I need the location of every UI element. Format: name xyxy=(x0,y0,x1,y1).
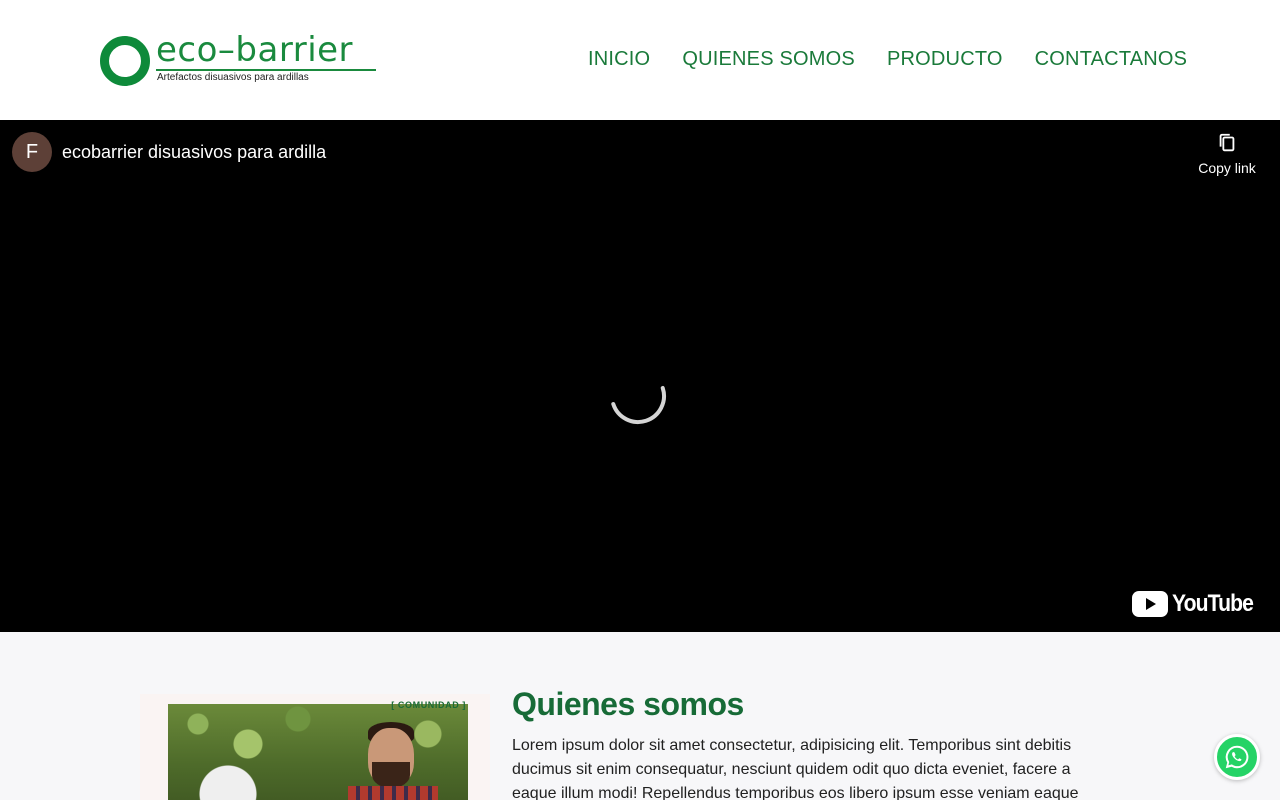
logo-wordmark: eco–barrier xyxy=(156,30,354,70)
youtube-video-embed[interactable]: F ecobarrier disuasivos para ardilla Cop… xyxy=(0,120,1280,632)
copy-icon xyxy=(1219,133,1235,152)
whatsapp-icon xyxy=(1225,745,1249,769)
about-section: [ COMUNIDAD ] Quienes somos Lorem ipsum … xyxy=(0,632,1280,800)
site-header: eco–barrier Artefactos disuasivos para a… xyxy=(0,0,1280,120)
youtube-play-icon xyxy=(1131,591,1168,617)
video-title[interactable]: ecobarrier disuasivos para ardilla xyxy=(62,142,326,163)
site-logo[interactable]: eco–barrier Artefactos disuasivos para a… xyxy=(100,30,380,88)
photo-scene xyxy=(168,704,468,800)
about-text: Lorem ipsum dolor sit amet consectetur, … xyxy=(512,737,1079,800)
whatsapp-button[interactable] xyxy=(1214,734,1260,780)
loading-spinner-icon xyxy=(611,385,666,424)
logo-underline xyxy=(156,69,376,71)
about-photo: [ COMUNIDAD ] xyxy=(140,694,490,800)
copy-link-label: Copy link xyxy=(1198,160,1256,176)
youtube-wordmark: YouTube xyxy=(1171,590,1254,617)
photo-badge: [ COMUNIDAD ] xyxy=(391,700,466,710)
logo-tagline: Artefactos disuasivos para ardillas xyxy=(157,72,309,83)
channel-avatar[interactable]: F xyxy=(12,132,52,172)
main-nav: INICIO QUIENES SOMOS PRODUCTO CONTACTANO… xyxy=(588,48,1187,71)
about-title: Quienes somos xyxy=(512,686,744,722)
nav-link-quienes-somos[interactable]: QUIENES SOMOS xyxy=(682,48,855,71)
copy-link-button[interactable]: Copy link xyxy=(1194,132,1260,182)
nav-link-producto[interactable]: PRODUCTO xyxy=(887,48,1003,71)
nav-link-contactanos[interactable]: CONTACTANOS xyxy=(1035,48,1188,71)
youtube-logo[interactable]: YouTube xyxy=(1131,590,1264,618)
logo-ring-icon xyxy=(100,36,150,86)
nav-link-inicio[interactable]: INICIO xyxy=(588,48,650,71)
